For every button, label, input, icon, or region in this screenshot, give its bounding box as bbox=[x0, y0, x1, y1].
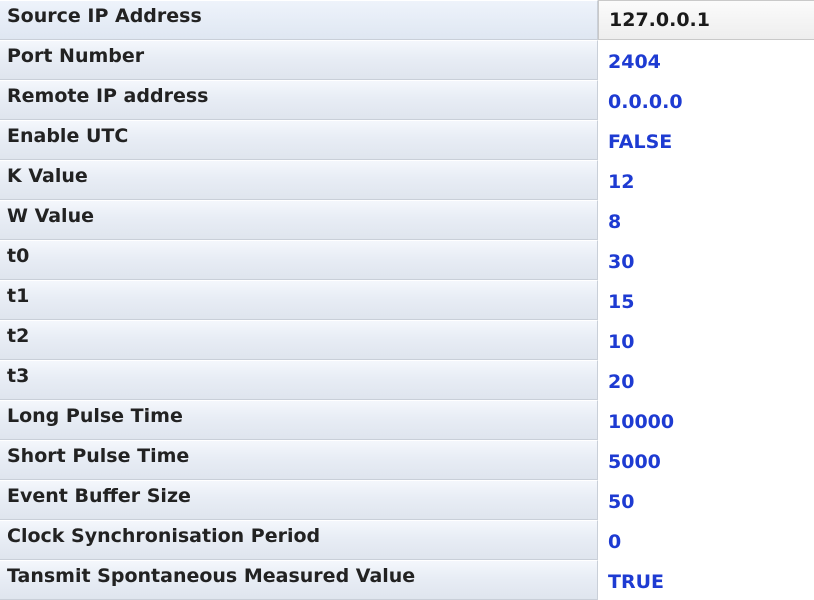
property-row-short-pulse-time[interactable]: Short Pulse Time 5000 bbox=[0, 440, 814, 480]
property-name-label: W Value bbox=[7, 205, 94, 227]
property-row-source-ip[interactable]: Source IP Address 127.0.0.1 bbox=[0, 0, 814, 40]
property-name: Short Pulse Time bbox=[0, 440, 598, 480]
property-name-label: t1 bbox=[7, 285, 30, 307]
property-value[interactable]: 0 bbox=[598, 520, 814, 560]
property-name-label: Source IP Address bbox=[7, 5, 202, 27]
property-name: Long Pulse Time bbox=[0, 400, 598, 440]
property-grid: Source IP Address 127.0.0.1 Port Number … bbox=[0, 0, 814, 600]
property-name-label: Clock Synchronisation Period bbox=[7, 525, 321, 547]
property-row-long-pulse-time[interactable]: Long Pulse Time 10000 bbox=[0, 400, 814, 440]
property-name: Event Buffer Size bbox=[0, 480, 598, 520]
property-row-port-number[interactable]: Port Number 2404 bbox=[0, 40, 814, 80]
property-value[interactable]: TRUE bbox=[598, 560, 814, 600]
property-name: t0 bbox=[0, 240, 598, 280]
property-row-enable-utc[interactable]: Enable UTC FALSE bbox=[0, 120, 814, 160]
property-row-remote-ip[interactable]: Remote IP address 0.0.0.0 bbox=[0, 80, 814, 120]
property-value[interactable]: 15 bbox=[598, 280, 814, 320]
property-name: Port Number bbox=[0, 40, 598, 80]
property-name-label: Long Pulse Time bbox=[7, 405, 183, 427]
property-row-t3[interactable]: t3 20 bbox=[0, 360, 814, 400]
property-value[interactable]: FALSE bbox=[598, 120, 814, 160]
property-name: t2 bbox=[0, 320, 598, 360]
property-name: Tansmit Spontaneous Measured Value bbox=[0, 560, 598, 600]
property-name-label: Enable UTC bbox=[7, 125, 129, 147]
property-value[interactable]: 20 bbox=[598, 360, 814, 400]
property-row-t1[interactable]: t1 15 bbox=[0, 280, 814, 320]
property-name: t3 bbox=[0, 360, 598, 400]
property-name-label: t2 bbox=[7, 325, 30, 347]
property-row-t0[interactable]: t0 30 bbox=[0, 240, 814, 280]
property-row-k-value[interactable]: K Value 12 bbox=[0, 160, 814, 200]
property-value[interactable]: 10000 bbox=[598, 400, 814, 440]
property-name-label: Tansmit Spontaneous Measured Value bbox=[7, 565, 416, 587]
property-row-event-buffer-size[interactable]: Event Buffer Size 50 bbox=[0, 480, 814, 520]
property-row-w-value[interactable]: W Value 8 bbox=[0, 200, 814, 240]
property-name: Enable UTC bbox=[0, 120, 598, 160]
property-name-label: Short Pulse Time bbox=[7, 445, 190, 467]
property-row-transmit-spontaneous[interactable]: Tansmit Spontaneous Measured Value TRUE bbox=[0, 560, 814, 600]
property-value[interactable]: 2404 bbox=[598, 40, 814, 80]
property-name-label: Event Buffer Size bbox=[7, 485, 191, 507]
property-name: K Value bbox=[0, 160, 598, 200]
property-name-label: t3 bbox=[7, 365, 30, 387]
property-name-label: K Value bbox=[7, 165, 88, 187]
property-row-clock-sync-period[interactable]: Clock Synchronisation Period 0 bbox=[0, 520, 814, 560]
property-value[interactable]: 10 bbox=[598, 320, 814, 360]
property-value[interactable]: 50 bbox=[598, 480, 814, 520]
property-name-label: Port Number bbox=[7, 45, 145, 67]
property-name: Clock Synchronisation Period bbox=[0, 520, 598, 560]
property-value-source-ip-field[interactable]: 127.0.0.1 bbox=[598, 0, 814, 40]
property-name-label: t0 bbox=[7, 245, 30, 267]
property-value[interactable]: 30 bbox=[598, 240, 814, 280]
property-value[interactable]: 12 bbox=[598, 160, 814, 200]
property-name: t1 bbox=[0, 280, 598, 320]
property-value[interactable]: 5000 bbox=[598, 440, 814, 480]
property-value[interactable]: 8 bbox=[598, 200, 814, 240]
property-name: Source IP Address bbox=[0, 0, 598, 40]
property-name: Remote IP address bbox=[0, 80, 598, 120]
property-value[interactable]: 0.0.0.0 bbox=[598, 80, 814, 120]
property-name: W Value bbox=[0, 200, 598, 240]
property-name-label: Remote IP address bbox=[7, 85, 209, 107]
property-row-t2[interactable]: t2 10 bbox=[0, 320, 814, 360]
